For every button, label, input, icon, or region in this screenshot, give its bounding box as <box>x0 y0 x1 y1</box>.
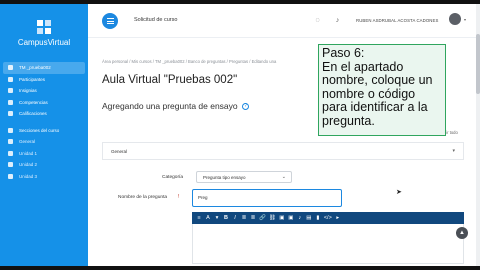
sidebar-item-label: TM _prueba002 <box>19 65 51 71</box>
section-general[interactable]: General ▾ <box>102 142 464 160</box>
top-header: Solicitud de curso ◌ ♪ RUBEN ASDRUBAL AC… <box>88 4 480 38</box>
form-heading-text: Agregando una pregunta de ensayo <box>102 101 238 111</box>
question-name-value: Preg <box>198 195 208 200</box>
folder-icon <box>8 150 13 156</box>
scroll-to-top-button[interactable]: ▲ <box>456 227 468 239</box>
folder-icon <box>8 127 13 133</box>
question-name-label: Nombre de la pregunta <box>118 195 168 200</box>
campus-logo-icon <box>37 20 51 34</box>
check-icon <box>8 99 13 105</box>
toolbar-toggle-button[interactable]: ≡ <box>196 212 202 224</box>
annotation-heading: Paso 6: <box>322 46 365 60</box>
sidebar-item-label: Unidad 1 <box>19 150 38 156</box>
sidebar: CampusVirtual TM _prueba002 Participante… <box>0 4 88 266</box>
chevron-down-icon: ▾ <box>452 148 455 154</box>
header-title[interactable]: Solicitud de curso <box>134 17 177 23</box>
question-name-input[interactable]: Preg <box>192 189 342 207</box>
sidebar-item-grades[interactable]: Calificaciones <box>0 108 88 120</box>
chat-icon[interactable]: ◌ <box>313 16 322 25</box>
sidebar-item-participants[interactable]: Participantes <box>0 74 88 86</box>
sidebar-item-label: Secciones del curso <box>19 127 60 133</box>
more-button[interactable]: ▸ <box>335 212 341 224</box>
html-button[interactable]: </> <box>324 212 332 224</box>
h5p-button[interactable]: ▮ <box>315 212 321 224</box>
link-button[interactable]: 🔗 <box>259 212 266 224</box>
mouse-cursor-icon: ➤ <box>396 189 402 196</box>
badge-icon <box>8 88 13 94</box>
editor-toolbar: ≡ A ▾ B I ≣ ≣ 🔗 ⛓ ▣ ▣ ♪ ▤ ▮ </> ▸ <box>192 212 464 224</box>
sidebar-item-label: Insignias <box>19 88 37 94</box>
text-format-button[interactable]: A <box>205 212 211 224</box>
scrollbar-thumb[interactable] <box>476 34 480 94</box>
audio-button[interactable]: ♪ <box>297 212 303 224</box>
chevron-down-icon[interactable]: ▾ <box>214 212 220 224</box>
image-button[interactable]: ▣ <box>279 212 285 224</box>
sidebar-item-label: Unidad 3 <box>19 173 38 179</box>
sidebar-item-general[interactable]: General <box>0 136 88 148</box>
page-scrollbar[interactable] <box>476 4 480 266</box>
brand-name: CampusVirtual <box>17 38 71 47</box>
category-select[interactable]: Pregunta tipo ensayo ⌄ <box>196 171 292 183</box>
graduation-cap-icon <box>8 65 13 71</box>
chevron-down-icon: ⌄ <box>281 174 286 180</box>
sidebar-item-unidad-1[interactable]: Unidad 1 <box>0 148 88 160</box>
chevron-down-icon[interactable]: ▾ <box>464 17 466 22</box>
italic-button[interactable]: I <box>232 212 238 224</box>
record-video-button[interactable]: ▤ <box>306 212 312 224</box>
bell-icon[interactable]: ♪ <box>333 16 342 25</box>
sidebar-item-unidad-3[interactable]: Unidad 3 <box>0 171 88 183</box>
form-heading: Agregando una pregunta de ensayo ? <box>102 101 250 111</box>
folder-icon <box>8 162 13 168</box>
hamburger-icon[interactable] <box>102 13 118 29</box>
editor-text-area[interactable] <box>192 224 464 264</box>
required-icon: ! <box>178 194 180 200</box>
avatar[interactable] <box>449 13 461 25</box>
sidebar-item-label: Competencias <box>19 99 48 105</box>
page-title: Aula Virtual "Pruebas 002" <box>102 74 238 86</box>
sidebar-item-label: Participantes <box>19 76 46 82</box>
media-button[interactable]: ▣ <box>288 212 294 224</box>
grades-icon <box>8 111 13 117</box>
tutorial-annotation: Paso 6: En el apartado nombre, coloque u… <box>318 44 446 136</box>
brand[interactable]: CampusVirtual <box>0 4 88 62</box>
user-name[interactable]: RUBEN ASDRUBAL ACOSTA CADONES <box>356 18 438 23</box>
sidebar-item-badges[interactable]: Insignias <box>0 85 88 97</box>
bold-button[interactable]: B <box>223 212 229 224</box>
annotation-text: En el apartado nombre, coloque un nombre… <box>322 59 433 128</box>
section-general-label: General <box>111 149 128 154</box>
category-select-value: Pregunta tipo ensayo <box>203 175 246 180</box>
users-icon <box>8 76 13 82</box>
numbered-list-button[interactable]: ≣ <box>250 212 256 224</box>
sidebar-item-unidad-2[interactable]: Unidad 2 <box>0 159 88 171</box>
help-icon[interactable]: ? <box>242 103 250 111</box>
video-letterbox-bottom <box>0 266 480 270</box>
unlink-button[interactable]: ⛓ <box>269 212 276 224</box>
sidebar-item-label: General <box>19 139 36 145</box>
folder-icon <box>8 139 13 145</box>
sidebar-item-label: Unidad 2 <box>19 162 38 168</box>
sidebar-item-label: Calificaciones <box>19 111 47 117</box>
breadcrumb[interactable]: Área personal / Mis cursos / TM _prueba0… <box>102 59 276 64</box>
sidebar-item-course-sections[interactable]: Secciones del curso <box>0 125 88 137</box>
folder-icon <box>8 173 13 179</box>
sidebar-item-competencies[interactable]: Competencias <box>0 97 88 109</box>
category-label: Categoría <box>162 175 184 180</box>
sidebar-item-course[interactable]: TM _prueba002 <box>3 62 85 74</box>
bullet-list-button[interactable]: ≣ <box>241 212 247 224</box>
